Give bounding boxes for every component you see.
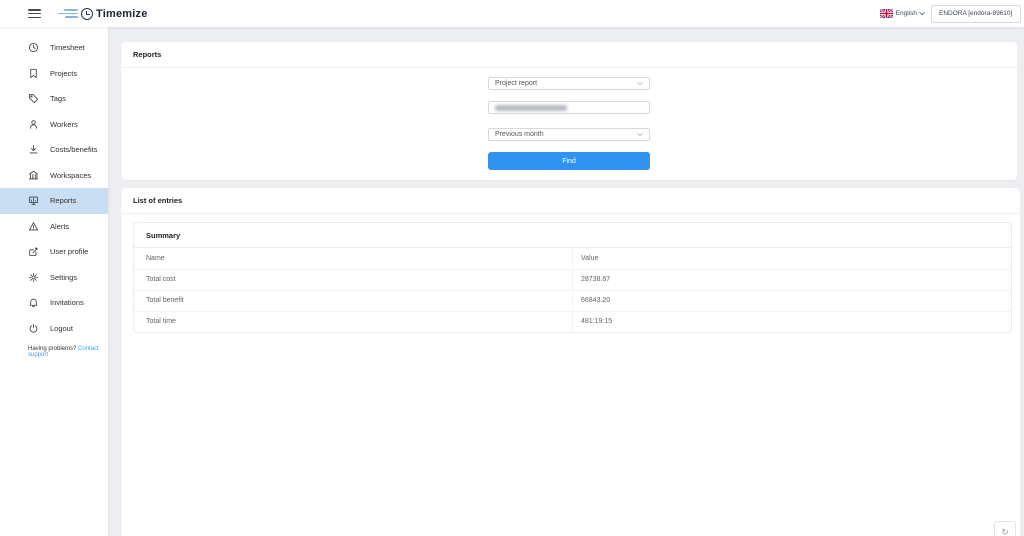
row-name: Total benefit (134, 290, 573, 312)
refresh-icon[interactable]: ↻ (994, 521, 1016, 536)
table-row: Total time 481:19:15 (134, 311, 1011, 332)
logo-text: Timemize (96, 7, 148, 20)
chevron-down-icon (637, 130, 643, 136)
redacted-project-value (495, 104, 567, 111)
person-icon (29, 120, 38, 129)
sidebar-item-settings[interactable]: Settings (0, 265, 108, 291)
hamburger-menu-icon[interactable] (28, 9, 41, 18)
sidebar-item-label: Tags (50, 94, 66, 104)
period-value: Previous month (495, 131, 544, 138)
gear-icon (28, 272, 39, 282)
sidebar-item-label: Settings (50, 272, 78, 282)
sidebar-item-label: Timesheet (50, 43, 85, 53)
table-row: Total benefit 66843.20 (134, 290, 1011, 312)
sidebar-item-invitations[interactable]: Invitations (0, 290, 108, 316)
row-value: 66843.20 (572, 290, 1011, 312)
sidebar-item-label: Projects (50, 68, 78, 78)
summary-card: Summary Name Value Total cost 28738.67 T… (133, 222, 1012, 333)
support-line: Having problems? Contact support (0, 346, 108, 358)
entries-panel: List of entries Summary Name Value Total… (121, 188, 1020, 536)
sidebar-item-projects[interactable]: Projects (0, 61, 108, 87)
sidebar-item-label: Alerts (50, 221, 70, 231)
sidebar-item-label: User profile (50, 247, 89, 257)
app-screen: Timemize English ENDORA [endora-89610] T… (0, 0, 1024, 536)
sidebar-item-label: Invitations (50, 298, 84, 308)
edit-profile-icon (29, 247, 38, 257)
table-row: Total cost 28738.67 (134, 269, 1011, 291)
summary-title: Summary (134, 223, 1011, 248)
top-header: Timemize English ENDORA [endora-89610] (0, 0, 1024, 27)
account-selector[interactable]: ENDORA [endora-89610] (931, 4, 1021, 23)
pie-chart-area: ↻ (121, 514, 1020, 536)
account-value: ENDORA [endora-89610] (939, 10, 1013, 17)
column-header-name: Name (134, 248, 573, 270)
report-chart-icon (28, 196, 39, 206)
find-button[interactable]: Find (488, 152, 650, 170)
power-icon (29, 323, 38, 333)
sidebar-item-reports[interactable]: Reports (0, 188, 108, 214)
sidebar-item-label: Costs/benefits (50, 145, 98, 155)
logo-clock-icon (81, 7, 93, 20)
row-value: 481:19:15 (572, 311, 1011, 332)
reports-panel-title: Reports (121, 42, 1017, 68)
project-input[interactable] (488, 101, 650, 114)
reports-panel: Reports Project report Previous month Fi… (121, 42, 1017, 180)
row-name: Total time (146, 318, 176, 326)
report-type-value: Project report (495, 80, 538, 87)
costs-icon (29, 145, 38, 154)
table-header-row: Name Value (134, 248, 1011, 270)
clock-icon (28, 43, 39, 53)
sidebar-item-label: Logout (50, 323, 73, 333)
sidebar-item-costs-benefits[interactable]: Costs/benefits (0, 137, 108, 163)
report-type-select[interactable]: Project report (488, 77, 650, 90)
sidebar-item-label: Workspaces (50, 170, 92, 180)
entries-panel-title: List of entries (121, 188, 1020, 214)
pie-leader-lines (121, 514, 1020, 536)
sidebar-item-label: Workers (50, 119, 78, 129)
uk-flag-icon (879, 9, 893, 18)
period-select[interactable]: Previous month (488, 128, 650, 141)
language-selector[interactable]: English (879, 9, 925, 18)
sidebar-item-alerts[interactable]: Alerts (0, 214, 108, 240)
sidebar-item-workspaces[interactable]: Workspaces (0, 163, 108, 189)
sidebar-item-workers[interactable]: Workers (0, 112, 108, 138)
bookmark-icon (30, 68, 37, 78)
sidebar-item-timesheet[interactable]: Timesheet (0, 35, 108, 61)
row-value: 28738.67 (572, 269, 1011, 291)
tag-icon (28, 94, 39, 104)
bank-icon (28, 170, 39, 180)
warning-triangle-icon (28, 222, 39, 231)
row-name: Total cost (134, 269, 573, 291)
chevron-down-icon (637, 79, 643, 85)
sidebar-item-label: Reports (50, 196, 77, 206)
language-label: English (895, 10, 917, 17)
column-header-value: Value (572, 248, 1011, 270)
app-logo[interactable]: Timemize (58, 7, 148, 20)
sidebar-item-tags[interactable]: Tags (0, 86, 108, 112)
summary-table: Name Value Total cost 28738.67 Total ben… (134, 248, 1011, 332)
sidebar-item-user-profile[interactable]: User profile (0, 239, 108, 265)
sidebar-item-logout[interactable]: Logout (0, 316, 108, 342)
sidebar-nav: Timesheet Projects Tags Workers Costs/be… (0, 27, 108, 536)
bell-icon (29, 298, 38, 308)
chevron-down-icon (919, 9, 925, 15)
logo-speedlines-icon (58, 9, 78, 18)
